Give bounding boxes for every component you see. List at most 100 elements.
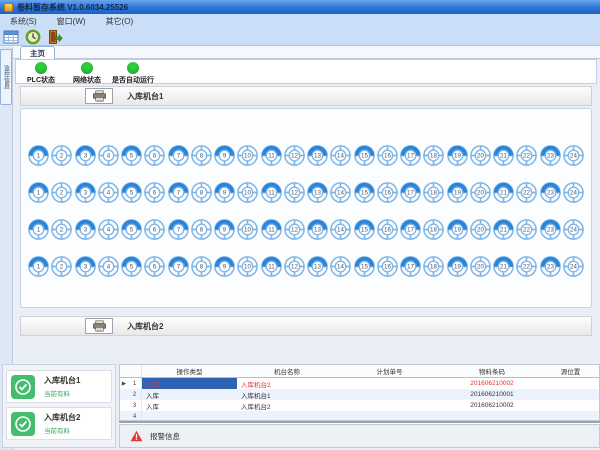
slot-icon[interactable]: 24	[562, 181, 585, 204]
slot-icon[interactable]: 6	[143, 181, 166, 204]
slot-icon[interactable]: 23	[539, 144, 562, 167]
table-row[interactable]: ▶1入库入库机台2201606210002	[120, 378, 599, 389]
slot-icon[interactable]: 21	[492, 255, 515, 278]
table-row[interactable]: 2入库入库机台1 201606210001	[120, 389, 599, 400]
column-header[interactable]: 物料条码	[442, 366, 542, 376]
slot-icon[interactable]: 13	[306, 255, 329, 278]
table-cell[interactable]	[237, 411, 337, 421]
slot-icon[interactable]: 9	[213, 181, 236, 204]
slot-icon[interactable]: 6	[143, 144, 166, 167]
table-cell[interactable]	[142, 411, 237, 421]
menu-item[interactable]: 系统(S)	[0, 16, 47, 27]
slot-icon[interactable]: 19	[446, 144, 469, 167]
slot-icon[interactable]: 10	[236, 144, 259, 167]
title-bar[interactable]: 卷料暂存系统 V1.0.6034.25526	[0, 0, 600, 14]
menu-item[interactable]: 窗口(W)	[47, 16, 96, 27]
table-cell[interactable]	[337, 389, 442, 400]
slot-icon[interactable]: 11	[260, 255, 283, 278]
slot-icon[interactable]: 7	[167, 181, 190, 204]
column-header[interactable]: 操作类型	[142, 366, 237, 376]
slot-icon[interactable]: 1	[27, 218, 50, 241]
slot-icon[interactable]: 4	[97, 144, 120, 167]
slot-icon[interactable]: 11	[260, 181, 283, 204]
slot-icon[interactable]: 3	[74, 181, 97, 204]
table-cell[interactable]: 入库	[142, 389, 237, 400]
slot-icon[interactable]: 4	[97, 218, 120, 241]
table-cell[interactable]: 入库机台1	[237, 389, 337, 400]
table-cell[interactable]: 201606210002	[442, 378, 542, 389]
row-header[interactable]: 4	[120, 411, 142, 421]
table-cell[interactable]: 入库	[142, 400, 237, 411]
slot-icon[interactable]: 16	[376, 144, 399, 167]
slot-icon[interactable]: 2	[50, 255, 73, 278]
table-cell[interactable]: 入库机台2	[237, 378, 337, 389]
slot-icon[interactable]: 22	[515, 144, 538, 167]
table-cell[interactable]	[542, 378, 599, 389]
slot-icon[interactable]: 23	[539, 255, 562, 278]
slot-icon[interactable]: 7	[167, 255, 190, 278]
column-header[interactable]: 源位置	[542, 366, 599, 376]
slot-icon[interactable]: 3	[74, 255, 97, 278]
table-cell[interactable]: 201606210001	[442, 389, 542, 400]
slot-icon[interactable]: 2	[50, 218, 73, 241]
printer-button[interactable]	[85, 318, 113, 334]
slot-icon[interactable]: 5	[120, 181, 143, 204]
slot-icon[interactable]: 20	[469, 181, 492, 204]
slot-icon[interactable]: 15	[353, 181, 376, 204]
table-cell[interactable]	[542, 411, 599, 421]
slot-icon[interactable]: 19	[446, 255, 469, 278]
slot-icon[interactable]: 5	[120, 218, 143, 241]
slot-icon[interactable]: 19	[446, 181, 469, 204]
slot-icon[interactable]: 17	[399, 144, 422, 167]
row-header[interactable]: ▶1	[120, 378, 142, 389]
tab-home[interactable]: 主页	[20, 46, 55, 59]
slot-icon[interactable]: 8	[190, 255, 213, 278]
slot-icon[interactable]: 6	[143, 255, 166, 278]
table-cell[interactable]	[337, 378, 442, 389]
slot-icon[interactable]: 11	[260, 144, 283, 167]
slot-icon[interactable]: 8	[190, 144, 213, 167]
slot-icon[interactable]: 14	[329, 255, 352, 278]
slot-icon[interactable]: 18	[422, 181, 445, 204]
table-cell[interactable]: 入库机台2	[237, 400, 337, 411]
slot-icon[interactable]: 17	[399, 218, 422, 241]
clock-icon[interactable]	[25, 29, 41, 45]
slot-icon[interactable]: 24	[562, 255, 585, 278]
slot-icon[interactable]: 24	[562, 144, 585, 167]
column-header[interactable]: 机台名称	[237, 366, 337, 376]
slot-icon[interactable]: 14	[329, 218, 352, 241]
exit-door-icon[interactable]	[47, 29, 63, 45]
slot-icon[interactable]: 13	[306, 144, 329, 167]
slot-icon[interactable]: 12	[283, 218, 306, 241]
slot-icon[interactable]: 7	[167, 218, 190, 241]
slot-icon[interactable]: 4	[97, 181, 120, 204]
slot-icon[interactable]: 13	[306, 218, 329, 241]
slot-icon[interactable]: 14	[329, 181, 352, 204]
slot-icon[interactable]: 18	[422, 218, 445, 241]
slot-icon[interactable]: 14	[329, 144, 352, 167]
menu-item[interactable]: 其它(O)	[96, 16, 144, 27]
slot-icon[interactable]: 9	[213, 144, 236, 167]
printer-button[interactable]	[85, 88, 113, 104]
table-cell[interactable]: 201606210002	[442, 400, 542, 411]
slot-icon[interactable]: 7	[167, 144, 190, 167]
slot-icon[interactable]: 15	[353, 144, 376, 167]
table-cell[interactable]	[337, 400, 442, 411]
slot-icon[interactable]: 18	[422, 255, 445, 278]
calendar-icon[interactable]	[3, 29, 19, 45]
slot-icon[interactable]: 22	[515, 181, 538, 204]
slot-icon[interactable]: 5	[120, 255, 143, 278]
table-row[interactable]: 3入库入库机台2 201606210002	[120, 400, 599, 411]
slot-icon[interactable]: 20	[469, 255, 492, 278]
slot-icon[interactable]: 19	[446, 218, 469, 241]
slot-icon[interactable]: 10	[236, 218, 259, 241]
slot-icon[interactable]: 9	[213, 218, 236, 241]
row-header[interactable]: 2	[120, 389, 142, 400]
slot-icon[interactable]: 9	[213, 255, 236, 278]
slot-icon[interactable]: 17	[399, 181, 422, 204]
slot-icon[interactable]: 1	[27, 181, 50, 204]
slot-icon[interactable]: 10	[236, 181, 259, 204]
slot-icon[interactable]: 20	[469, 144, 492, 167]
row-header[interactable]: 3	[120, 400, 142, 411]
slot-icon[interactable]: 4	[97, 255, 120, 278]
